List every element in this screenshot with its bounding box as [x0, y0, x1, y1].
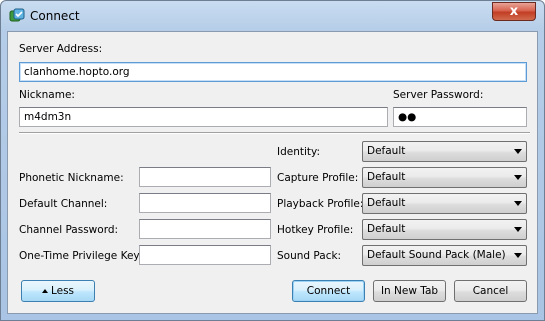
server-password-input[interactable]: ●● — [393, 107, 527, 127]
playback-profile-value: Default — [367, 197, 406, 209]
chevron-down-icon — [514, 253, 522, 258]
privilege-key-input[interactable] — [139, 245, 271, 265]
sound-pack-select[interactable]: Default Sound Pack (Male) — [362, 245, 527, 266]
connect-dialog: Connect x Server Address: clanhome.hopto… — [0, 0, 545, 321]
divider — [19, 132, 530, 134]
capture-profile-label: Capture Profile: — [277, 172, 359, 184]
server-address-label: Server Address: — [19, 43, 103, 55]
window-title: Connect — [30, 9, 80, 23]
default-channel-label: Default Channel: — [19, 198, 108, 210]
chevron-down-icon — [514, 175, 522, 180]
nickname-label: Nickname: — [19, 89, 75, 101]
connect-button[interactable]: Connect — [292, 280, 365, 302]
privilege-key-label: One-Time Privilege Key: — [19, 250, 143, 262]
chevron-down-icon — [514, 201, 522, 206]
teamspeak-icon — [9, 8, 25, 22]
hotkey-profile-select[interactable]: Default — [362, 219, 527, 240]
new-tab-button-label: In New Tab — [380, 285, 439, 297]
phonetic-nickname-input[interactable] — [139, 167, 271, 187]
dialog-body: Server Address: clanhome.hopto.org Nickn… — [7, 31, 538, 314]
channel-password-input[interactable] — [139, 219, 271, 239]
playback-profile-select[interactable]: Default — [362, 193, 527, 214]
less-button[interactable]: Less — [21, 280, 95, 302]
server-address-input[interactable]: clanhome.hopto.org — [19, 62, 527, 82]
cancel-button[interactable]: Cancel — [454, 280, 527, 302]
hotkey-profile-value: Default — [367, 223, 406, 235]
close-button[interactable]: x — [492, 2, 536, 21]
playback-profile-label: Playback Profile: — [277, 198, 364, 210]
nickname-value: m4dm3n — [24, 111, 72, 123]
nickname-input[interactable]: m4dm3n — [19, 107, 388, 127]
server-password-label: Server Password: — [393, 89, 484, 101]
sound-pack-value: Default Sound Pack (Male) — [367, 249, 506, 261]
identity-select[interactable]: Default — [362, 141, 527, 162]
chevron-down-icon — [514, 149, 522, 154]
hotkey-profile-label: Hotkey Profile: — [277, 224, 354, 236]
identity-label: Identity: — [277, 146, 321, 158]
capture-profile-select[interactable]: Default — [362, 167, 527, 188]
server-password-value: ●● — [398, 111, 417, 123]
cancel-button-label: Cancel — [472, 285, 509, 297]
title-bar[interactable]: Connect x — [1, 1, 544, 31]
server-address-value: clanhome.hopto.org — [24, 66, 130, 78]
capture-profile-value: Default — [367, 171, 406, 183]
new-tab-button[interactable]: In New Tab — [373, 280, 446, 302]
phonetic-nickname-label: Phonetic Nickname: — [19, 172, 124, 184]
chevron-down-icon — [514, 227, 522, 232]
channel-password-label: Channel Password: — [19, 224, 119, 236]
less-button-label: Less — [50, 285, 75, 297]
connect-button-label: Connect — [306, 285, 351, 297]
default-channel-input[interactable] — [139, 193, 271, 213]
identity-value: Default — [367, 145, 406, 157]
sound-pack-label: Sound Pack: — [277, 250, 342, 262]
close-icon: x — [509, 4, 519, 19]
collapse-up-icon — [41, 289, 48, 293]
